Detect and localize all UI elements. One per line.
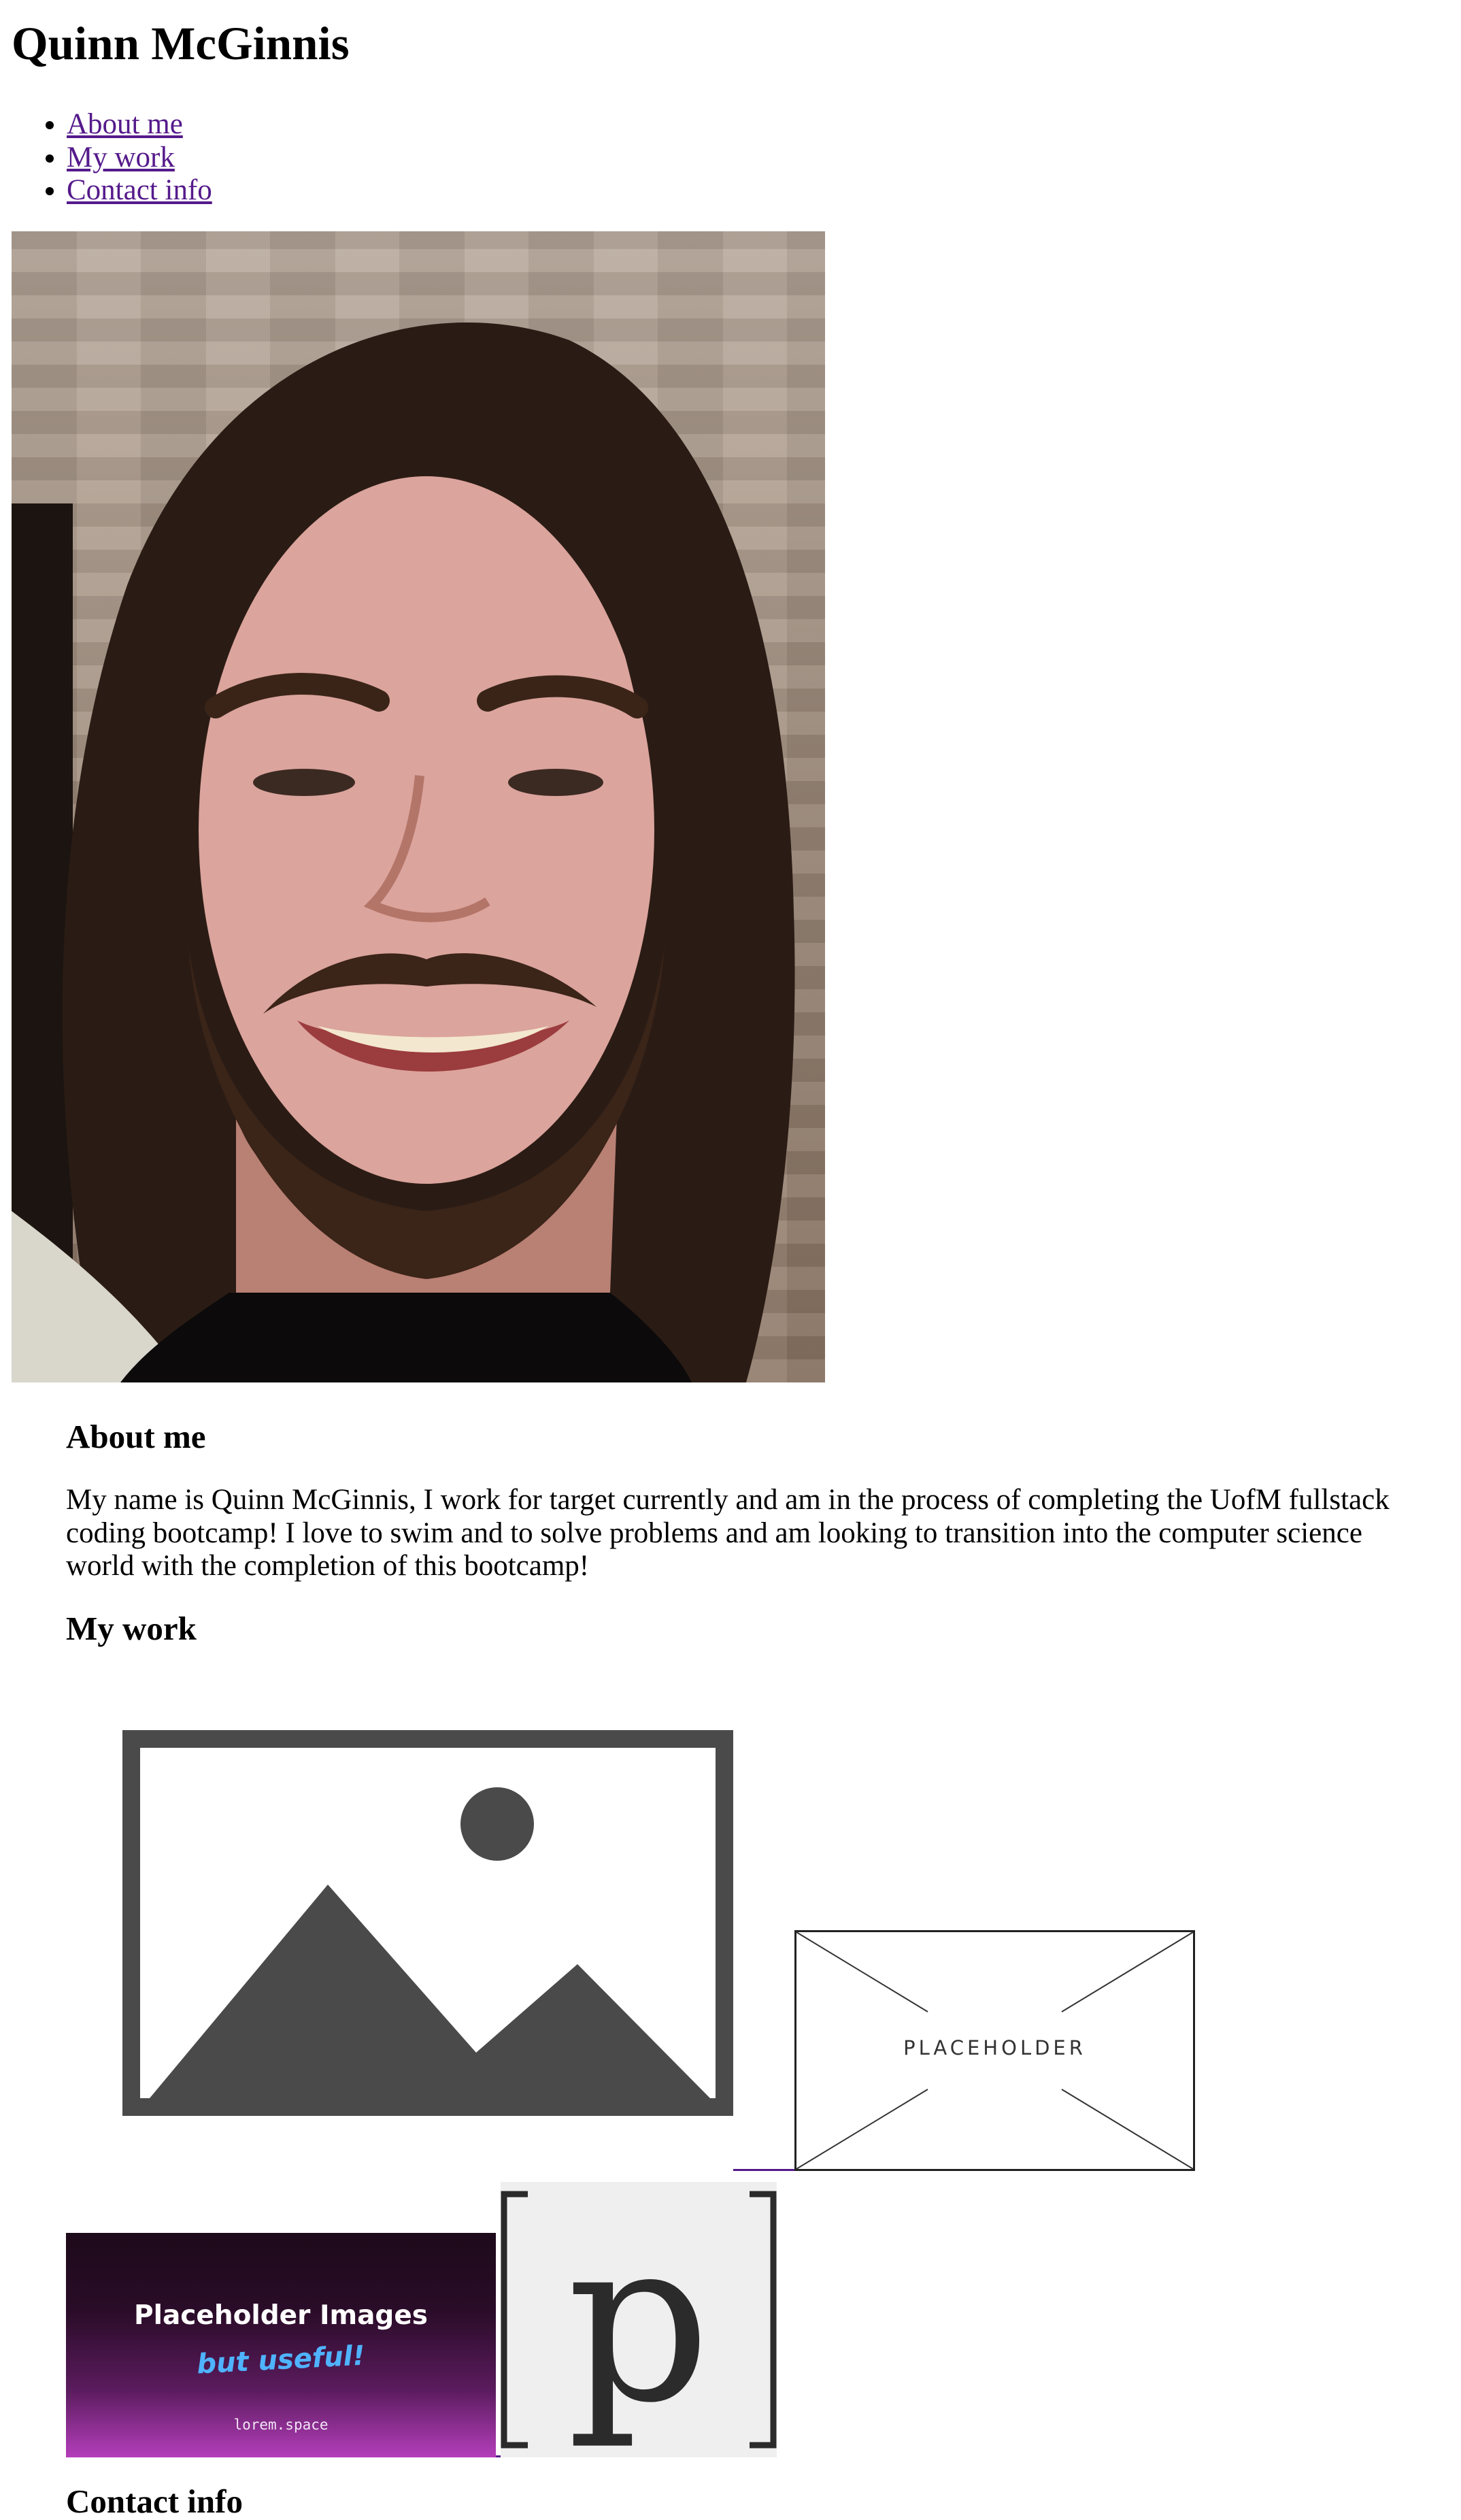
image-placeholder-icon [122, 1730, 733, 2116]
about-heading: About me [66, 1418, 206, 1455]
nav-link-about[interactable]: About me [67, 108, 183, 140]
work-heading: My work [66, 1610, 197, 1647]
work-thumbnail-placeholder[interactable]: PLACEHOLDER [794, 1930, 1195, 2171]
nav-item-work: My work [67, 142, 212, 175]
p-glyph: p [567, 2191, 711, 2452]
lorem-title: Placeholder Images [134, 2300, 428, 2331]
work-thumbnail-lorem[interactable]: Placeholder Images but useful! lorem.spa… [66, 2233, 496, 2457]
nav-link-contact[interactable]: Contact info [67, 174, 212, 206]
nav-item-contact: Contact info [67, 174, 212, 208]
profile-photo-figure [12, 322, 795, 1382]
lorem-domain: lorem.space [233, 2417, 329, 2433]
lorem-tagline: but useful! [196, 2340, 366, 2381]
link-underline [733, 2169, 794, 2171]
page-title: Quinn McGinnis [12, 18, 350, 69]
profile-photo [12, 231, 825, 1382]
link-underline [496, 2455, 501, 2457]
nav-list: About me My work Contact info [0, 108, 212, 208]
contact-heading: Contact info [66, 2483, 243, 2520]
about-paragraph: My name is Quinn McGinnis, I work for ta… [66, 1484, 1390, 1582]
work-thumbnail-image-icon[interactable] [122, 1730, 733, 2116]
envelope-placeholder-label: PLACEHOLDER [903, 2036, 1086, 2059]
nav-item-about: About me [67, 108, 212, 142]
nav-link-work[interactable]: My work [67, 142, 175, 173]
work-thumbnail-p[interactable]: p [501, 2182, 777, 2457]
